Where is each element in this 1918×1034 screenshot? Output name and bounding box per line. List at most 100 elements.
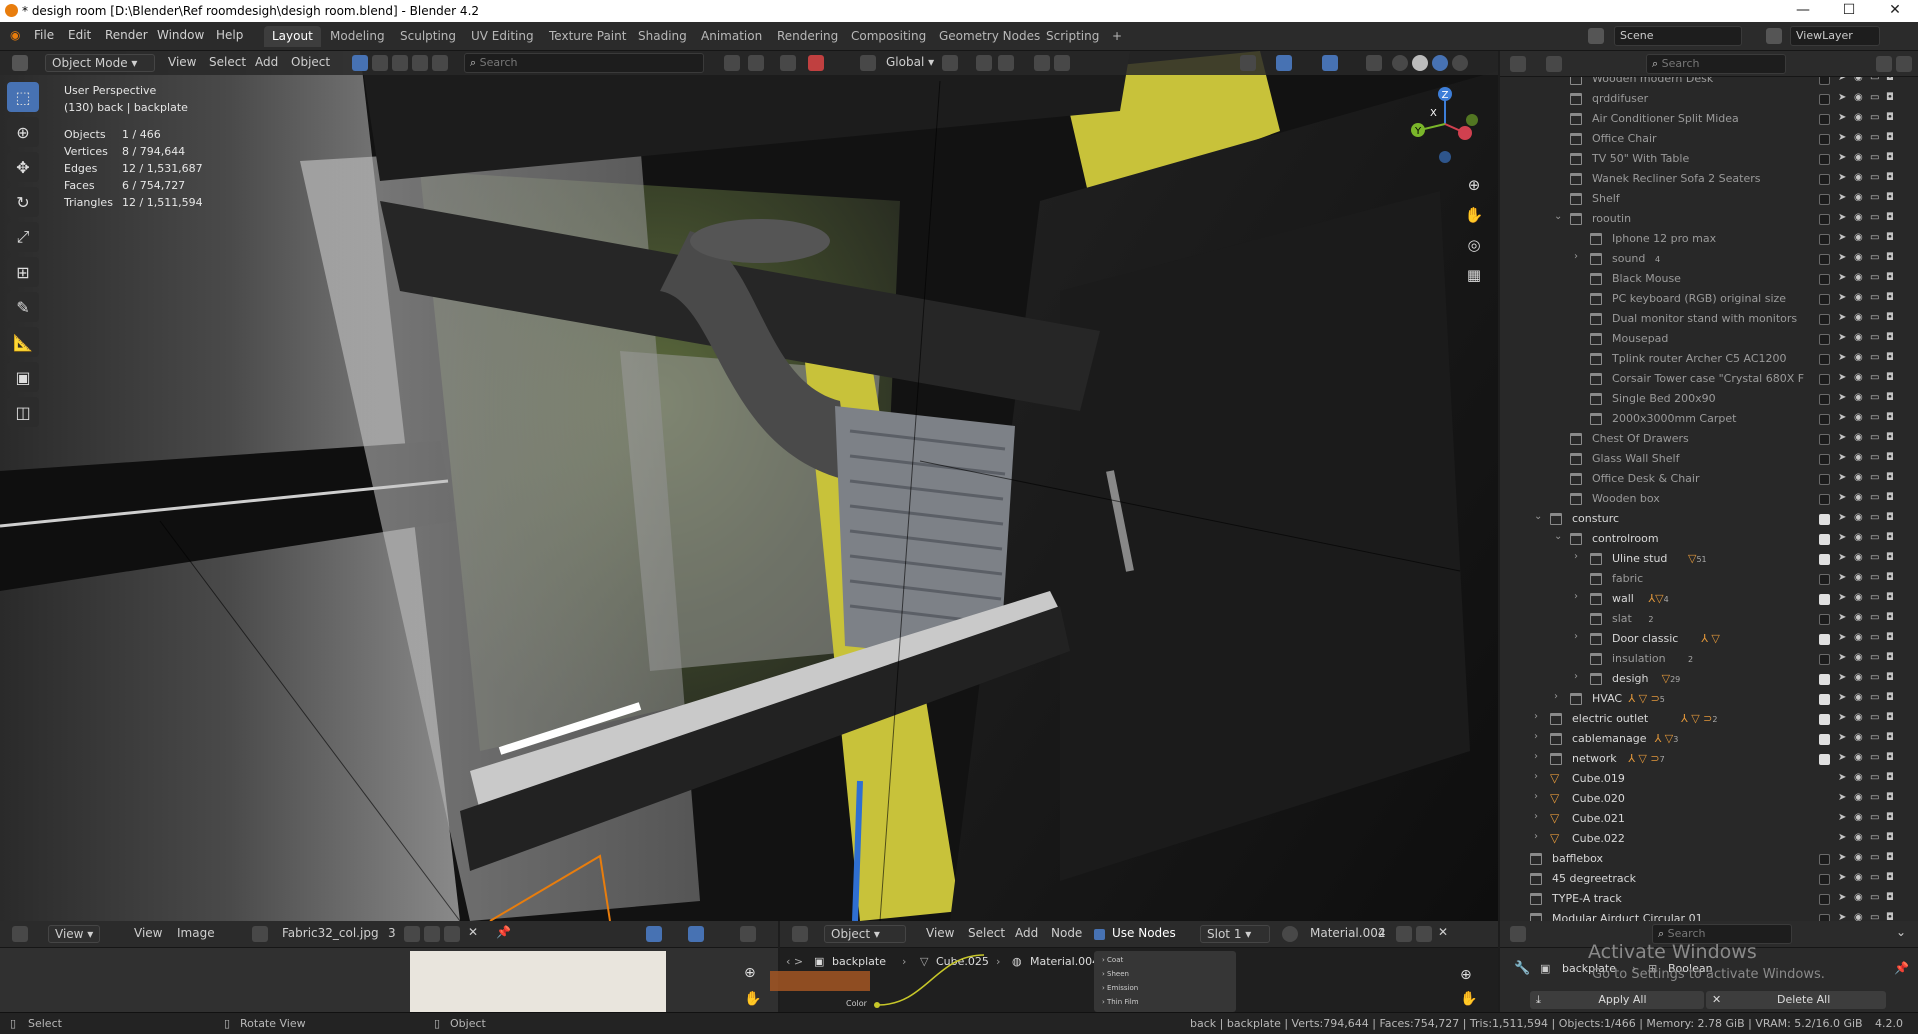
select-arrow-icon[interactable]: ➤: [1838, 572, 1846, 583]
eye-icon[interactable]: ◉: [1854, 172, 1863, 183]
exclude-checkbox[interactable]: [1819, 194, 1830, 205]
outliner-row[interactable]: Iphone 12 pro max ➤ ◉ ▭ ◘: [1500, 229, 1918, 249]
camera-render-icon[interactable]: ◘: [1886, 312, 1894, 323]
eye-icon[interactable]: ◉: [1854, 252, 1863, 263]
monitor-icon[interactable]: ▭: [1870, 192, 1879, 203]
eye-icon[interactable]: ◉: [1854, 552, 1863, 563]
eye-icon[interactable]: ◉: [1854, 652, 1863, 663]
camera-render-icon[interactable]: ◘: [1886, 552, 1894, 563]
exclude-checkbox[interactable]: [1819, 474, 1830, 485]
monitor-icon[interactable]: ▭: [1870, 612, 1879, 623]
camera-render-icon[interactable]: ◘: [1886, 712, 1894, 723]
select-arrow-icon[interactable]: ➤: [1838, 532, 1846, 543]
monitor-icon[interactable]: ▭: [1870, 152, 1879, 163]
monitor-icon[interactable]: ▭: [1870, 772, 1879, 783]
exclude-checkbox[interactable]: [1819, 394, 1830, 405]
collapse-arrow-icon[interactable]: ⌄: [1534, 511, 1542, 522]
menu-help[interactable]: Help: [216, 28, 243, 42]
outliner-row[interactable]: Single Bed 200x90 ➤ ◉ ▭ ◘: [1500, 389, 1918, 409]
outliner-row[interactable]: Shelf ➤ ◉ ▭ ◘: [1500, 189, 1918, 209]
outliner-row[interactable]: TYPE-A track ➤ ◉ ▭ ◘: [1500, 889, 1918, 909]
exclude-checkbox[interactable]: [1819, 154, 1830, 165]
monitor-icon[interactable]: ▭: [1870, 172, 1879, 183]
outliner-filter-icon[interactable]: [1876, 56, 1892, 72]
node-menu-node[interactable]: Node: [1045, 925, 1088, 943]
select-arrow-icon[interactable]: ➤: [1838, 652, 1846, 663]
outliner-row[interactable]: › network ⅄ ▽ ⊃7 ➤ ◉ ▭ ◘: [1500, 749, 1918, 769]
expand-arrow-icon[interactable]: ›: [1574, 251, 1578, 262]
outliner-row[interactable]: Tplink router Archer C5 AC1200 ➤ ◉ ▭ ◘: [1500, 349, 1918, 369]
open-image-icon[interactable]: [444, 926, 460, 942]
select-arrow-icon[interactable]: ➤: [1838, 892, 1846, 903]
monitor-icon[interactable]: ▭: [1870, 692, 1879, 703]
select-arrow-icon[interactable]: ➤: [1838, 432, 1846, 443]
outliner-row[interactable]: Mousepad ➤ ◉ ▭ ◘: [1500, 329, 1918, 349]
image-name-field[interactable]: Fabric32_col.jpg: [276, 925, 385, 943]
expand-arrow-icon[interactable]: ›: [1574, 551, 1578, 562]
proportional-edit-icon[interactable]: [1034, 55, 1050, 71]
eye-icon[interactable]: ◉: [1854, 412, 1863, 423]
gizmo-neg-y[interactable]: [1466, 114, 1478, 126]
material-sphere-icon[interactable]: [1282, 926, 1298, 942]
select-arrow-icon[interactable]: ➤: [1838, 172, 1846, 183]
eye-icon[interactable]: ◉: [1854, 512, 1863, 523]
outliner-row[interactable]: slat 2 ➤ ◉ ▭ ◘: [1500, 609, 1918, 629]
eye-icon[interactable]: ◉: [1854, 452, 1863, 463]
exclude-checkbox[interactable]: [1819, 634, 1830, 645]
tab-texture-paint[interactable]: Texture Paint: [541, 26, 634, 47]
monitor-icon[interactable]: ▭: [1870, 892, 1879, 903]
eye-icon[interactable]: ◉: [1854, 352, 1863, 363]
outliner-row[interactable]: › ▽ Cube.022 ➤ ◉ ▭ ◘: [1500, 829, 1918, 849]
monitor-icon[interactable]: ▭: [1870, 652, 1879, 663]
scale-tool-icon[interactable]: ⤢: [7, 222, 39, 252]
exclude-checkbox[interactable]: [1819, 114, 1830, 125]
tab-modeling[interactable]: Modeling: [322, 26, 393, 47]
expand-arrow-icon[interactable]: ›: [1534, 831, 1538, 842]
eye-icon[interactable]: ◉: [1854, 272, 1863, 283]
properties-pin-icon[interactable]: 📌: [1894, 961, 1909, 975]
exclude-checkbox[interactable]: [1819, 254, 1830, 265]
select-arrow-icon[interactable]: ➤: [1838, 77, 1846, 83]
monitor-icon[interactable]: ▭: [1870, 392, 1879, 403]
camera-render-icon[interactable]: ◘: [1886, 672, 1894, 683]
camera-render-icon[interactable]: ◘: [1886, 292, 1894, 303]
layout-icon[interactable]: [748, 55, 764, 71]
outliner-row[interactable]: › Uline stud ▽51 ➤ ◉ ▭ ◘: [1500, 549, 1918, 569]
monitor-icon[interactable]: ▭: [1870, 532, 1879, 543]
eye-icon[interactable]: ◉: [1854, 212, 1863, 223]
outliner-row[interactable]: Office Desk & Chair ➤ ◉ ▭ ◘: [1500, 469, 1918, 489]
node-editor-type-icon[interactable]: [792, 926, 808, 942]
node-tree-type-dropdown[interactable]: Object ▾: [824, 925, 906, 943]
menu-edit[interactable]: Edit: [68, 28, 91, 42]
zoom-icon[interactable]: ⊕: [1462, 170, 1486, 200]
image-pan-icon[interactable]: ✋: [744, 991, 761, 1007]
outliner-editor-type-icon[interactable]: [1510, 56, 1526, 72]
outliner-row[interactable]: Dual monitor stand with monitors ➤ ◉ ▭ ◘: [1500, 309, 1918, 329]
exclude-checkbox[interactable]: [1819, 914, 1830, 921]
monitor-icon[interactable]: ▭: [1870, 352, 1879, 363]
monitor-icon[interactable]: ▭: [1870, 452, 1879, 463]
exclude-checkbox[interactable]: [1819, 594, 1830, 605]
select-arrow-icon[interactable]: ➤: [1838, 292, 1846, 303]
camera-render-icon[interactable]: ◘: [1886, 212, 1894, 223]
eye-icon[interactable]: ◉: [1854, 712, 1863, 723]
properties-editor-type-icon[interactable]: [1510, 926, 1526, 942]
material-shading-icon[interactable]: [1432, 55, 1448, 71]
material-slot-dropdown[interactable]: Slot 1 ▾: [1200, 925, 1270, 943]
camera-render-icon[interactable]: ◘: [1886, 912, 1894, 921]
camera-render-icon[interactable]: ◘: [1886, 532, 1894, 543]
outliner-row[interactable]: › Door classic ⅄ ▽ ➤ ◉ ▭ ◘: [1500, 629, 1918, 649]
socket-thin-film[interactable]: › Thin Film: [1102, 995, 1228, 1009]
overlay-toggle-icon[interactable]: [1322, 55, 1338, 71]
grid-icon[interactable]: ▦: [1462, 260, 1486, 290]
exclude-checkbox[interactable]: [1819, 714, 1830, 725]
record-icon[interactable]: [808, 55, 824, 71]
select-arrow-icon[interactable]: ➤: [1838, 552, 1846, 563]
image-zoom-icon[interactable]: ⊕: [744, 965, 756, 981]
camera-render-icon[interactable]: ◘: [1886, 152, 1894, 163]
camera-render-icon[interactable]: ◘: [1886, 92, 1894, 103]
monitor-icon[interactable]: ▭: [1870, 292, 1879, 303]
monitor-icon[interactable]: ▭: [1870, 632, 1879, 643]
viewport-search-input[interactable]: ⌕ Search: [464, 53, 704, 73]
snap-icon[interactable]: [976, 55, 992, 71]
